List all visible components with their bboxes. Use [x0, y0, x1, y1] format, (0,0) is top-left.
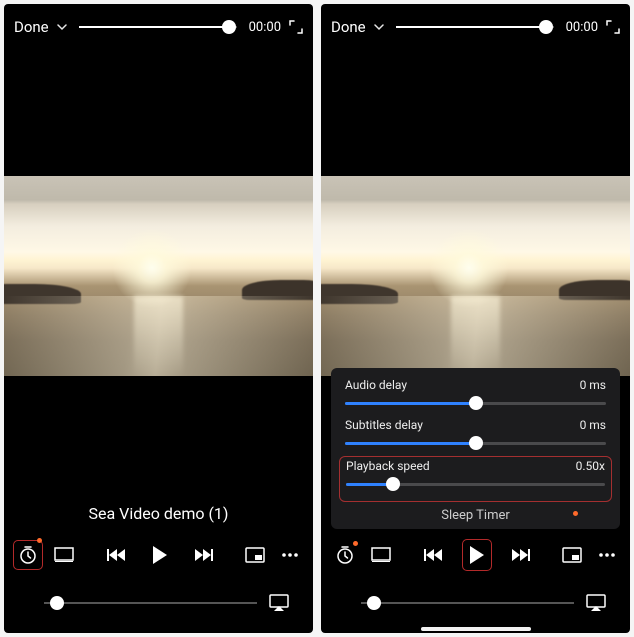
video-title: Sea Video demo (1)	[4, 504, 313, 523]
time-label: 00:00	[249, 20, 281, 35]
playback-speed-value: 0.50x	[576, 459, 605, 473]
playback-settings-panel: Audio delay 0 ms Subtitles delay 0 ms Pl…	[331, 368, 620, 529]
indicator-dot	[353, 541, 358, 546]
sleep-timer-label: Sleep Timer	[441, 508, 510, 523]
volume-slider[interactable]	[361, 593, 574, 613]
playback-speed-slider[interactable]	[346, 475, 605, 493]
bottom-bar	[4, 583, 313, 623]
play-button[interactable]	[151, 545, 169, 565]
airplay-button[interactable]	[586, 594, 606, 612]
airplay-button[interactable]	[269, 594, 289, 612]
audio-delay-label: Audio delay	[345, 378, 407, 392]
sleep-timer-button[interactable]	[335, 545, 355, 565]
more-button[interactable]	[598, 552, 616, 558]
picture-in-picture-button[interactable]	[562, 547, 582, 563]
top-bar: Done 00:00	[4, 4, 313, 46]
done-button[interactable]: Done	[14, 18, 49, 36]
sleep-timer-indicator-dot	[573, 511, 578, 516]
next-button[interactable]	[508, 547, 530, 563]
more-button[interactable]	[281, 552, 299, 558]
play-button[interactable]	[468, 545, 486, 565]
previous-button[interactable]	[107, 547, 129, 563]
playback-speed-label: Playback speed	[346, 459, 430, 473]
fullscreen-icon[interactable]	[606, 20, 620, 34]
aspect-ratio-button[interactable]	[371, 547, 391, 563]
audio-delay-value: 0 ms	[580, 378, 606, 392]
subtitles-delay-slider[interactable]	[345, 434, 606, 452]
video-frame[interactable]	[4, 176, 313, 376]
previous-button[interactable]	[424, 547, 446, 563]
controls-bar	[4, 533, 313, 577]
player-screen-right: Done 00:00 Audio delay 0 ms Subtitle	[321, 4, 630, 633]
time-label: 00:00	[566, 20, 598, 35]
audio-delay-slider[interactable]	[345, 394, 606, 412]
subtitles-delay-value: 0 ms	[580, 418, 606, 432]
fullscreen-icon[interactable]	[289, 20, 303, 34]
subtitles-delay-label: Subtitles delay	[345, 418, 423, 432]
player-screen-left: Done 00:00 Sea Video demo (1)	[4, 4, 313, 633]
scrub-slider[interactable]	[396, 17, 554, 37]
picture-in-picture-button[interactable]	[245, 547, 265, 563]
volume-slider[interactable]	[44, 593, 257, 613]
top-bar: Done 00:00	[321, 4, 630, 46]
sleep-timer-row[interactable]: Sleep Timer	[345, 506, 606, 523]
playback-speed-highlight: Playback speed 0.50x	[339, 456, 612, 502]
done-button[interactable]: Done	[331, 18, 366, 36]
controls-bar	[321, 533, 630, 577]
bottom-bar	[321, 583, 630, 623]
chevron-down-icon[interactable]	[374, 24, 384, 31]
video-frame[interactable]	[321, 176, 630, 376]
next-button[interactable]	[191, 547, 213, 563]
home-indicator	[421, 627, 531, 631]
chevron-down-icon[interactable]	[57, 24, 67, 31]
sleep-timer-button[interactable]	[18, 545, 38, 565]
scrub-slider[interactable]	[79, 17, 237, 37]
aspect-ratio-button[interactable]	[54, 547, 74, 563]
